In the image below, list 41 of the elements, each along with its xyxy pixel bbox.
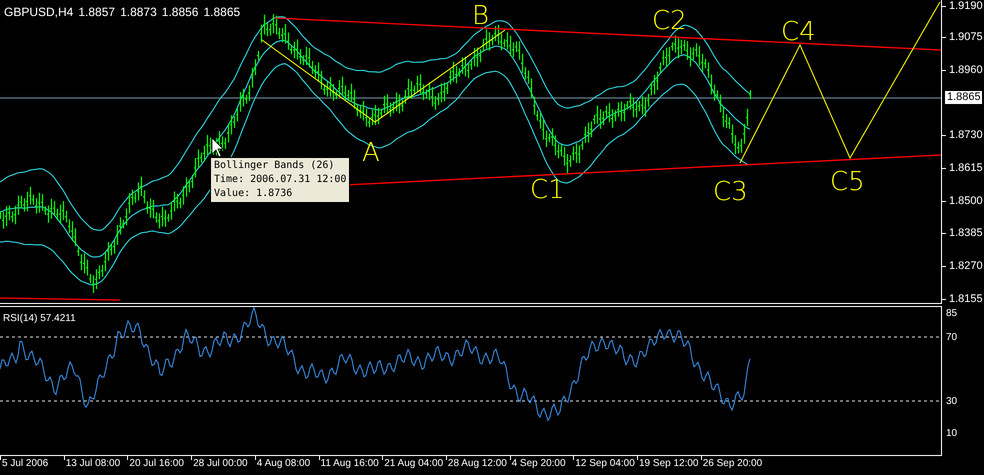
- handwritten-label: C3: [713, 178, 748, 206]
- time-axis-label: 4 Sep 20:00: [512, 458, 566, 470]
- price-axis-label: 1.8730: [949, 129, 983, 141]
- handwritten-label: C5: [830, 168, 865, 196]
- low-price: 1.8856: [162, 4, 198, 21]
- time-axis-label: 28 Jul 00:00: [193, 458, 248, 470]
- mouse-pointer-icon: [212, 137, 224, 158]
- time-axis-label: 12 Sep 04:00: [575, 458, 635, 470]
- time-axis-label: 11 Aug 16:00: [320, 458, 379, 470]
- price-axis-label: 1.8500: [949, 194, 983, 206]
- time-axis-label: 26 Sep 20:00: [702, 458, 762, 470]
- current-price-label: 1.8865: [945, 91, 982, 104]
- handwritten-label: C1: [530, 176, 565, 204]
- price-axis-label: 1.8155: [949, 292, 983, 305]
- rsi-axis-label: 85: [946, 308, 958, 319]
- open-price: 1.8857: [78, 4, 116, 21]
- handwritten-label: C2: [652, 7, 687, 35]
- time-axis-label: 19 Sep 12:00: [639, 458, 698, 470]
- handwritten-label: A: [362, 139, 380, 167]
- price-axis-label: 1.8385: [949, 227, 983, 240]
- price-axis-label: 1.8960: [949, 64, 983, 76]
- high-price: 1.8873: [120, 4, 157, 21]
- time-axis-label: 21 Aug 04:00: [384, 458, 444, 470]
- price-axis-label: 1.8615: [949, 162, 983, 174]
- price-axis-label: 1.9075: [949, 30, 983, 43]
- price-axis-label: 1.9190: [949, 0, 983, 12]
- rsi-label: RSI(14) 57.4211: [3, 312, 76, 326]
- rsi-axis-label: 30: [946, 396, 958, 407]
- time-axis-label: 4 Aug 08:00: [256, 458, 310, 470]
- close-price: 1.8865: [203, 4, 240, 21]
- tooltip: Bollinger Bands (26) Time: 2006.07.31 12:00 Value: 1.8736: [210, 157, 350, 203]
- handwritten-label: C4: [781, 18, 816, 46]
- time-axis-label: 13 Jul 08:00: [66, 458, 120, 470]
- symbol-label: GBPUSD,H4: [4, 4, 74, 21]
- handwritten-label: B: [472, 2, 490, 30]
- time-axis-label: 20 Jul 16:00: [129, 458, 184, 470]
- rsi-axis-label: 10: [946, 428, 958, 439]
- time-axis-label: 28 Aug 12:00: [448, 458, 507, 470]
- rsi-axis-label: 70: [946, 332, 958, 343]
- time-axis-label: 5 Jul 2006: [2, 458, 48, 470]
- price-axis-label: 1.8270: [949, 260, 983, 272]
